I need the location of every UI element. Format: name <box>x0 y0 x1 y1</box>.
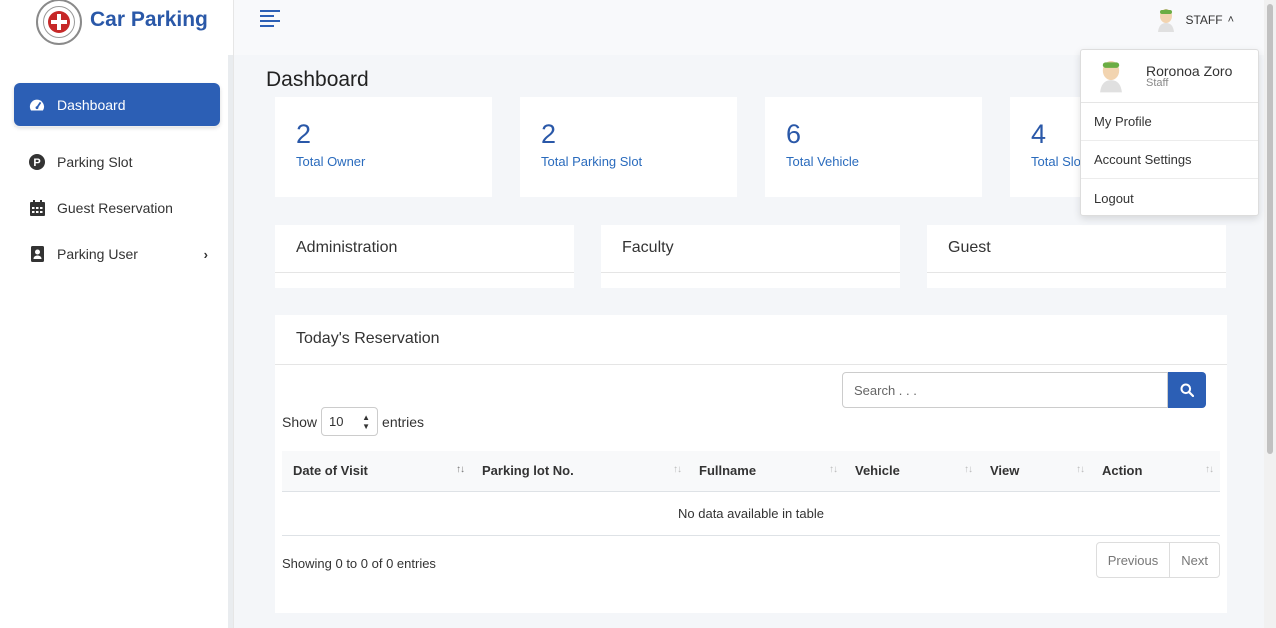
column-label: Vehicle <box>855 463 900 479</box>
sort-icon: ↑↓ <box>964 464 973 475</box>
panel-faculty: Faculty <box>601 225 900 288</box>
column-action[interactable]: Action ↑↓ <box>1091 451 1220 492</box>
tachometer-icon <box>29 97 45 113</box>
select-arrows-icon: ▲ ▼ <box>362 412 371 431</box>
next-button[interactable]: Next <box>1169 543 1219 577</box>
stat-card-total-owner: 2 Total Owner <box>275 97 492 197</box>
sidebar-nav: Dashboard P Parking Slot Guest Reservati… <box>0 83 233 277</box>
search-icon <box>1180 383 1194 397</box>
search-button[interactable] <box>1168 372 1206 408</box>
stat-card-total-vehicle: 6 Total Vehicle <box>765 97 982 197</box>
column-label: Parking lot No. <box>482 463 574 479</box>
stat-value: 2 <box>296 119 312 149</box>
sidebar-item-dashboard[interactable]: Dashboard <box>14 83 220 126</box>
sidebar: Car Parking Dashboard P Parking Slot Gue… <box>0 0 234 628</box>
stat-label: Total Vehicle <box>786 154 859 169</box>
brand-title: Car Parking <box>90 7 208 31</box>
user-role-label: STAFF <box>1185 13 1223 27</box>
column-label: Date of Visit <box>293 463 368 479</box>
panel-guest: Guest <box>927 225 1226 288</box>
sort-icon: ↑↓ <box>1205 464 1214 475</box>
panel-title: Faculty <box>601 225 900 273</box>
scrollbar-thumb[interactable] <box>1267 4 1273 454</box>
table-header-row: Date of Visit ↑↓ Parking lot No. ↑↓ Fullna… <box>282 451 1220 492</box>
menu-toggle-icon[interactable] <box>260 10 280 28</box>
chevron-right-icon: › <box>203 246 208 262</box>
chevron-up-icon: ˄ <box>1227 14 1234 26</box>
column-view[interactable]: View ↑↓ <box>979 451 1091 492</box>
column-parking-lot-no[interactable]: Parking lot No. ↑↓ <box>471 451 688 492</box>
svg-text:P: P <box>33 157 40 169</box>
reservation-card: Today's Reservation Show 10 ▲▼ entries D… <box>275 315 1227 613</box>
user-badge-icon <box>29 246 45 262</box>
parking-icon: P <box>29 154 45 170</box>
page-title: Dashboard <box>266 68 369 91</box>
sidebar-item-label: Parking User <box>57 246 138 262</box>
user-menu-header: Roronoa Zoro Staff <box>1081 50 1258 103</box>
column-label: View <box>990 463 1020 479</box>
reservation-table: Date of Visit ↑↓ Parking lot No. ↑↓ Fullna… <box>282 451 1220 536</box>
user-menu-toggle[interactable]: STAFF ˄ <box>1155 8 1234 32</box>
sort-icon: ↑↓ <box>673 464 682 475</box>
sidebar-item-guest-reservation[interactable]: Guest Reservation <box>14 185 220 231</box>
table-row: No data available in table <box>282 491 1220 536</box>
panel-administration: Administration <box>275 225 574 288</box>
sidebar-scrollbar[interactable] <box>228 55 233 628</box>
panel-title: Guest <box>927 225 1226 273</box>
sidebar-item-parking-slot[interactable]: P Parking Slot <box>14 139 220 185</box>
search-group <box>842 372 1206 408</box>
column-label: Action <box>1102 463 1143 479</box>
divider <box>14 126 220 127</box>
sidebar-item-label: Parking Slot <box>57 154 133 170</box>
column-fullname[interactable]: Fullname ↑↓ <box>688 451 844 492</box>
page-scrollbar[interactable] <box>1264 0 1276 628</box>
sort-icon: ↑↓ <box>829 464 838 475</box>
column-vehicle[interactable]: Vehicle ↑↓ <box>844 451 979 492</box>
entries-value: 10 <box>329 414 344 429</box>
stat-card-total-parking-slot: 2 Total Parking Slot <box>520 97 737 197</box>
sidebar-item-parking-user[interactable]: Parking User › <box>14 231 220 277</box>
menu-item-account-settings[interactable]: Account Settings <box>1081 141 1258 179</box>
entries-length: Show 10 ▲ ▼ entries <box>282 407 424 436</box>
show-label: Show <box>282 413 318 430</box>
sidebar-item-label: Guest Reservation <box>57 200 173 216</box>
entries-select[interactable]: 10 ▲ ▼ <box>321 407 379 436</box>
previous-button[interactable]: Previous <box>1097 543 1170 577</box>
avatar <box>1158 9 1175 32</box>
stat-value: 4 <box>1031 119 1047 149</box>
sidebar-item-label: Dashboard <box>57 96 126 113</box>
column-date-of-visit[interactable]: Date of Visit ↑↓ <box>282 451 471 492</box>
empty-table-message: No data available in table <box>282 491 1220 536</box>
stat-label: Total Parking Slot <box>541 154 643 169</box>
search-input[interactable] <box>842 372 1168 408</box>
entries-label: entries <box>382 413 425 430</box>
avatar <box>1100 61 1122 93</box>
user-dropdown-menu: Roronoa Zoro Staff My Profile Account Se… <box>1080 49 1259 216</box>
stat-value: 6 <box>786 119 802 149</box>
stat-value: 2 <box>541 119 557 149</box>
brand[interactable]: Car Parking <box>0 0 233 55</box>
topbar: STAFF ˄ <box>234 0 1264 55</box>
calendar-icon <box>29 200 45 216</box>
menu-item-logout[interactable]: Logout <box>1081 179 1258 217</box>
logo-icon <box>36 0 82 45</box>
column-label: Fullname <box>699 463 757 479</box>
menu-item-my-profile[interactable]: My Profile <box>1081 103 1258 141</box>
panel-title: Administration <box>275 225 574 273</box>
stat-label: Total Slot <box>1031 154 1085 169</box>
table-info: Showing 0 to 0 of 0 entries <box>282 556 436 571</box>
stat-label: Total Owner <box>296 154 366 169</box>
pagination: Previous Next <box>1095 542 1220 578</box>
sort-icon: ↑↓ <box>1076 464 1085 475</box>
card-title: Today's Reservation <box>275 315 1227 365</box>
sort-icon: ↑↓ <box>456 464 465 475</box>
